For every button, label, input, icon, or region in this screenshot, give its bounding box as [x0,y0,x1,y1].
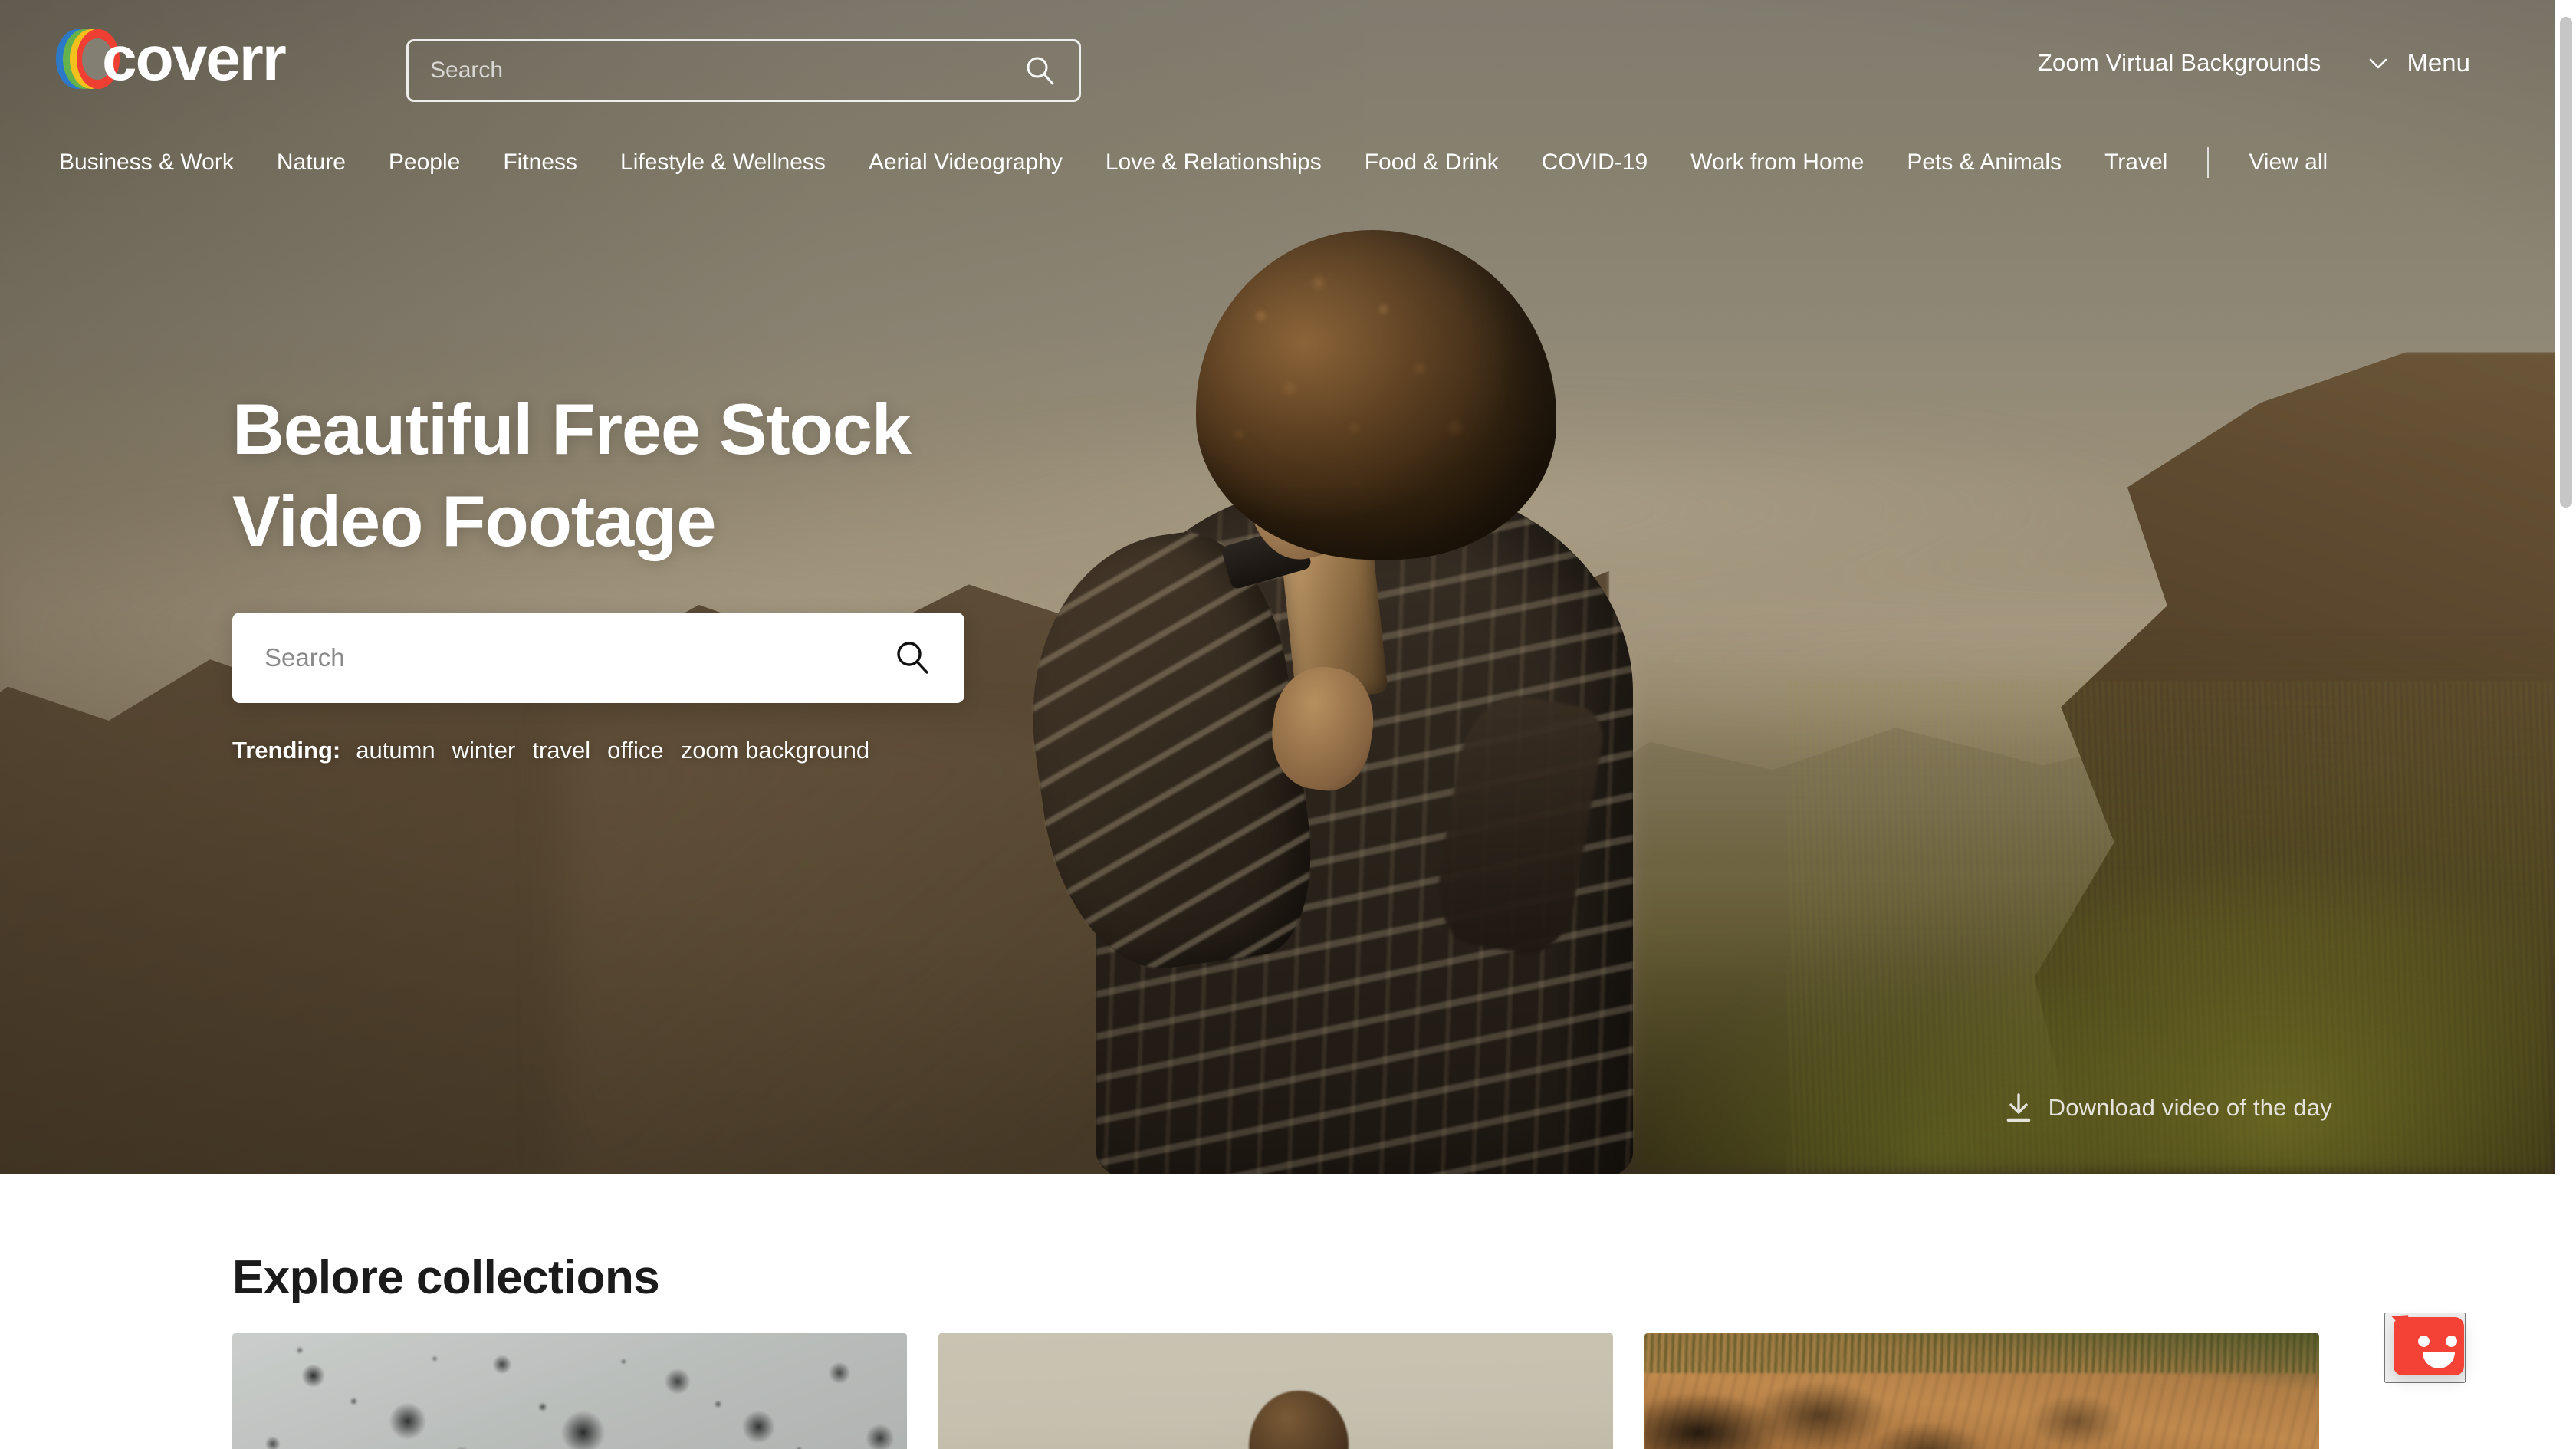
category-nav: Business & Work Nature People Fitness Li… [56,142,2349,183]
nav-item-view-all[interactable]: View all [2227,142,2349,183]
collection-thumbnail-grass [1644,1333,2319,1373]
download-video-of-the-day-label: Download video of the day [2048,1094,2332,1121]
scrollbar-thumb[interactable] [2560,17,2572,508]
nav-item-business-work[interactable]: Business & Work [56,142,255,183]
trending-tag-office[interactable]: office [607,737,664,764]
chat-eye-right [2446,1336,2457,1347]
hero-title-line-2: Video Footage [232,481,716,562]
header-right-group: Zoom Virtual Backgrounds Menu [2038,48,2470,77]
nav-item-people[interactable]: People [367,142,481,183]
chevron-down-icon [2365,50,2391,76]
chat-smiley-icon [2394,1317,2464,1375]
logo-wordmark: coverr [102,24,287,94]
nav-item-aerial-videography[interactable]: Aerial Videography [847,142,1084,183]
hero-title-line-1: Beautiful Free Stock [232,389,912,469]
collections-title: Explore collections [232,1251,660,1304]
chat-widget-button[interactable] [2384,1313,2466,1383]
trending-tag-winter[interactable]: winter [452,737,516,764]
menu-label: Menu [2407,48,2470,77]
hero-content: Beautiful Free Stock Video Footage Searc… [232,383,964,764]
nav-item-nature[interactable]: Nature [255,142,367,183]
nav-item-food-drink[interactable]: Food & Drink [1343,142,1520,183]
collection-card-rocky-cliff[interactable] [1644,1333,2319,1449]
browser-viewport: coverr Search Zoom Virtual Backgrounds M… [0,0,2555,1449]
trending-tag-autumn[interactable]: autumn [356,737,435,764]
collection-thumbnail-detail [232,1333,907,1449]
chat-mouth [2423,1352,2455,1368]
nav-item-fitness[interactable]: Fitness [481,142,599,183]
trending-label: Trending: [232,736,341,764]
menu-button[interactable]: Menu [2365,48,2470,77]
page-scrollbar[interactable] [2555,0,2576,1449]
header-search-box[interactable]: Search [406,39,1081,102]
page-root: coverr Search Zoom Virtual Backgrounds M… [0,0,2576,1449]
trending-row: Trending: autumn winter travel office zo… [232,737,964,764]
search-icon[interactable] [892,638,932,678]
nav-item-lifestyle-wellness[interactable]: Lifestyle & Wellness [599,142,847,183]
page-title: Beautiful Free Stock Video Footage [232,383,964,568]
site-header: coverr Search Zoom Virtual Backgrounds M… [0,0,2555,207]
collection-card-snowy-aerial[interactable] [232,1333,907,1449]
nav-divider [2207,147,2210,178]
nav-item-pets-animals[interactable]: Pets & Animals [1885,142,2083,183]
site-logo[interactable]: coverr [56,24,296,94]
hero-search-box[interactable]: Search [232,612,964,703]
header-top-row: coverr Search Zoom Virtual Backgrounds M… [0,0,2555,146]
zoom-virtual-backgrounds-link[interactable]: Zoom Virtual Backgrounds [2038,49,2321,77]
chat-eye-left [2418,1336,2430,1347]
trending-tag-travel[interactable]: travel [532,737,590,764]
header-search-input[interactable]: Search [430,58,1022,84]
trending-tag-zoom-background[interactable]: zoom background [681,737,869,764]
nav-item-love-relationships[interactable]: Love & Relationships [1084,142,1343,183]
collections-grid [232,1333,2319,1449]
collection-card-beach-person[interactable] [938,1333,1613,1449]
nav-item-travel[interactable]: Travel [2083,142,2189,183]
explore-collections-section: Explore collections [0,1174,2555,1449]
search-icon[interactable] [1022,53,1057,88]
hero-search-input[interactable]: Search [264,643,892,672]
download-icon [2004,1092,2033,1124]
nav-item-covid-19[interactable]: COVID-19 [1520,142,1669,183]
nav-item-work-from-home[interactable]: Work from Home [1669,142,1885,183]
download-video-of-the-day-button[interactable]: Download video of the day [2004,1092,2332,1124]
